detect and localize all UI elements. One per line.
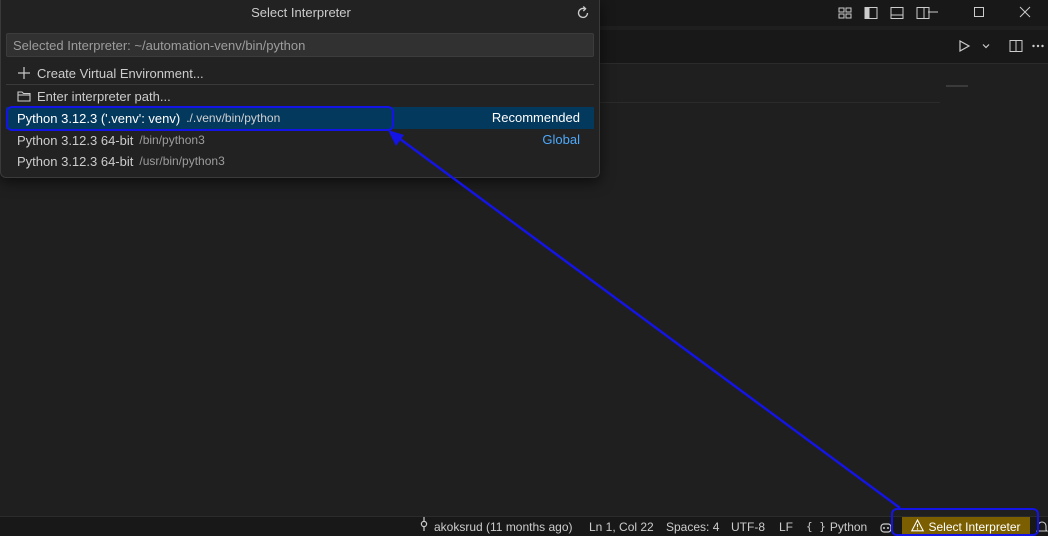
- maximize-icon[interactable]: [956, 0, 1002, 24]
- git-commit-icon: [418, 517, 430, 536]
- run-dropdown-chevron-icon[interactable]: [976, 35, 996, 57]
- split-editor-icon[interactable]: [1006, 35, 1026, 57]
- interpreter-item-usr-bin-python3[interactable]: Python 3.12.3 64-bit /usr/bin/python3: [6, 150, 594, 172]
- encoding[interactable]: UTF-8: [731, 517, 765, 536]
- git-blame-text: akoksrud (11 months ago): [434, 520, 573, 534]
- toggle-panel-icon[interactable]: [884, 3, 910, 23]
- interpreter-item-bin-python3[interactable]: Python 3.12.3 64-bit /bin/python3 Global: [6, 129, 594, 151]
- create-virtual-environment-label: Create Virtual Environment...: [37, 65, 204, 81]
- interpreter-label: Python 3.12.3 64-bit: [17, 132, 134, 148]
- refresh-icon[interactable]: [573, 3, 593, 23]
- git-blame-item[interactable]: akoksrud (11 months ago): [418, 517, 573, 536]
- cursor-position[interactable]: Ln 1, Col 22: [589, 517, 654, 536]
- minimap: [946, 85, 968, 87]
- end-of-line[interactable]: LF: [779, 517, 793, 536]
- interpreter-path: /usr/bin/python3: [139, 154, 225, 168]
- editor-ruler: [600, 102, 940, 103]
- select-interpreter-quick-pick: Select Interpreter Create Virtual Enviro…: [0, 0, 600, 178]
- language-mode[interactable]: { } Python: [806, 517, 867, 536]
- enter-interpreter-path-item[interactable]: Enter interpreter path...: [6, 85, 594, 107]
- run-python-file-icon[interactable]: [954, 35, 974, 57]
- create-virtual-environment-item[interactable]: Create Virtual Environment...: [6, 62, 594, 84]
- enter-interpreter-path-label: Enter interpreter path...: [37, 88, 171, 104]
- recommended-tag: Recommended: [491, 110, 580, 125]
- minimize-icon[interactable]: [910, 0, 956, 24]
- editor-actions: [954, 35, 1048, 57]
- customize-layout-icon[interactable]: [832, 3, 858, 23]
- window-controls: [910, 0, 1048, 24]
- global-tag: Global: [542, 132, 580, 147]
- indentation[interactable]: Spaces: 4: [666, 517, 719, 536]
- toggle-primary-sidebar-icon[interactable]: [858, 3, 884, 23]
- interpreter-path: /bin/python3: [139, 133, 205, 147]
- annotation-highlight-status: [891, 508, 1039, 536]
- annotation-highlight-venv: [6, 106, 394, 131]
- plus-icon: [17, 66, 31, 80]
- braces-icon: { }: [806, 520, 826, 533]
- more-actions-icon[interactable]: [1028, 35, 1048, 57]
- quick-pick-title: Select Interpreter: [251, 5, 351, 20]
- language-label: Python: [829, 520, 868, 534]
- interpreter-label: Python 3.12.3 64-bit: [17, 153, 134, 169]
- close-window-icon[interactable]: [1002, 0, 1048, 24]
- folder-icon: [17, 89, 31, 103]
- interpreter-search-input[interactable]: [6, 33, 594, 57]
